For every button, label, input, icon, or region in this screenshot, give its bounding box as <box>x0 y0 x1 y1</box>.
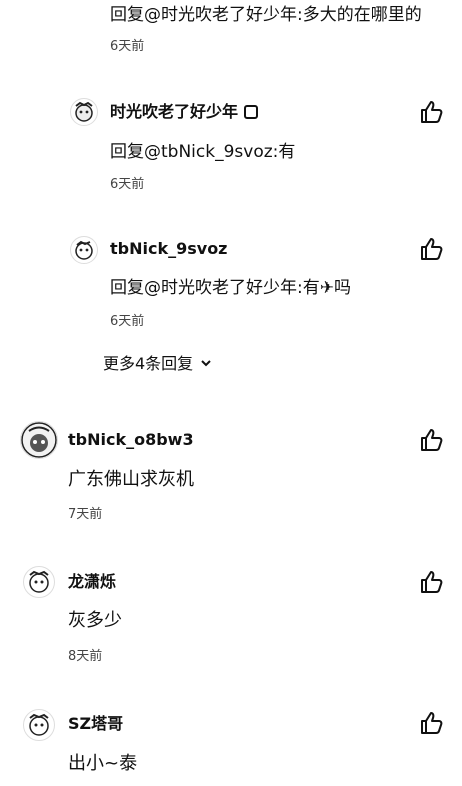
comment-username[interactable]: tbNick_o8bw3 <box>68 430 194 450</box>
comment-text: 灰多少 <box>68 610 122 631</box>
thumbs-up-icon[interactable] <box>418 427 444 453</box>
comment-username[interactable]: 龙潇烁 <box>68 572 116 592</box>
reply-time: 6天前 <box>110 314 145 329</box>
reply-username[interactable]: tbNick_9svoz <box>110 239 228 259</box>
thumbs-up-icon[interactable] <box>418 99 444 125</box>
avatar[interactable] <box>23 566 55 598</box>
more-replies-label[interactable]: 更多4条回复 <box>103 354 193 373</box>
reply-time: 6天前 <box>110 39 145 54</box>
reply-text: 回复@时光吹老了好少年:有✈吗 <box>110 278 351 298</box>
chevron-down-icon[interactable] <box>200 357 212 369</box>
comment-text: 出小~泰 <box>68 753 138 774</box>
badge-icon <box>244 105 259 119</box>
more-replies-button[interactable]: 更多4条回复 <box>103 354 212 374</box>
avatar[interactable] <box>70 236 98 264</box>
reply-username[interactable]: 时光吹老了好少年 <box>110 102 259 122</box>
comment-time: 7天前 <box>68 507 103 522</box>
reply-username-text[interactable]: 时光吹老了好少年 <box>110 102 238 121</box>
thumbs-up-icon[interactable] <box>418 236 444 262</box>
reply-text: 回复@时光吹老了好少年:多大的在哪里的 <box>110 5 422 25</box>
comment-username[interactable]: SZ塔哥 <box>68 714 123 734</box>
comment-time: 8天前 <box>68 649 103 664</box>
reply-text: 回复@tbNick_9svoz:有 <box>110 142 296 162</box>
thumbs-up-icon[interactable] <box>418 569 444 595</box>
avatar[interactable] <box>20 421 58 459</box>
avatar[interactable] <box>70 98 98 126</box>
comment-text: 广东佛山求灰机 <box>68 469 194 490</box>
avatar[interactable] <box>23 709 55 741</box>
thumbs-up-icon[interactable] <box>418 710 444 736</box>
reply-time: 6天前 <box>110 177 145 192</box>
